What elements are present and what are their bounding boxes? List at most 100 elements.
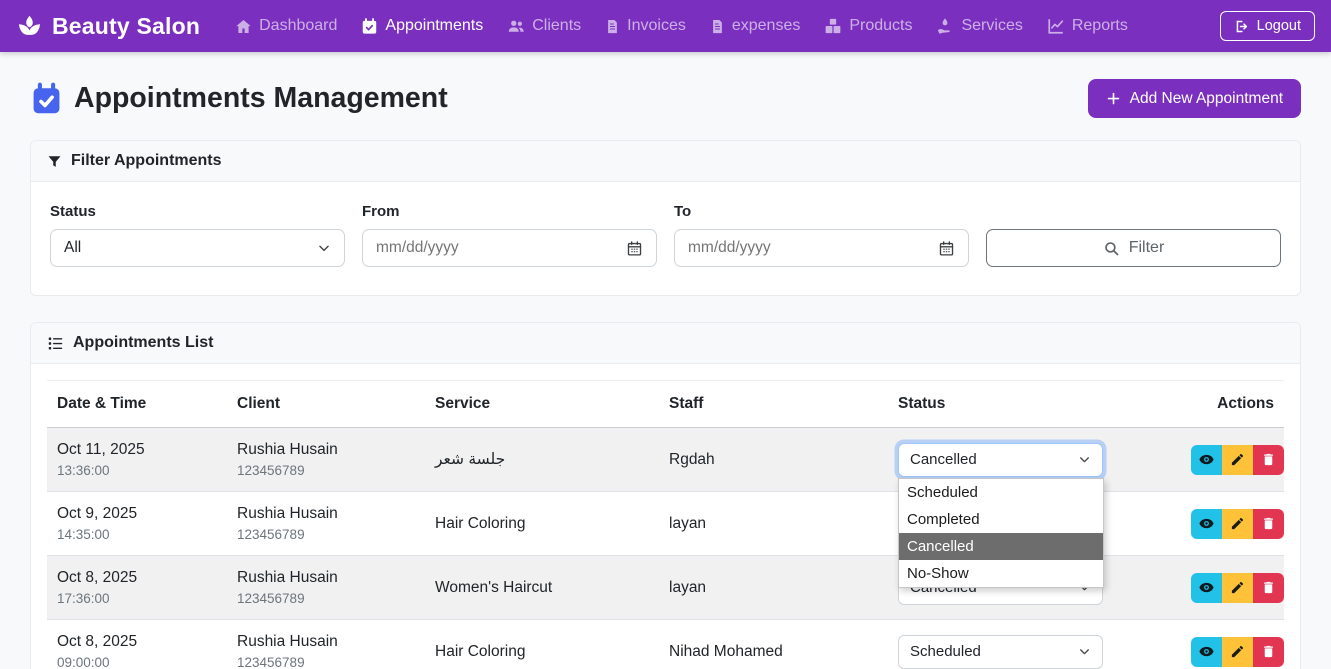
status-dropdown-menu: Scheduled Completed Cancelled No-Show bbox=[898, 478, 1104, 588]
nav-item-invoices[interactable]: Invoices bbox=[596, 9, 695, 43]
table-header-row: Date & Time Client Service Staff Status … bbox=[47, 380, 1284, 428]
to-date-placeholder: mm/dd/yyyy bbox=[688, 239, 771, 257]
title-row: Appointments Management Add New Appointm… bbox=[30, 79, 1301, 118]
nav-item-clients[interactable]: Clients bbox=[498, 9, 590, 43]
staff-name: Rgdah bbox=[659, 451, 888, 469]
view-button[interactable] bbox=[1191, 509, 1222, 539]
table-row: Oct 11, 2025 13:36:00 Rushia Husain 1234… bbox=[47, 428, 1284, 492]
client-cell: Rushia Husain 123456789 bbox=[227, 569, 425, 606]
nav-item-products[interactable]: Products bbox=[815, 9, 921, 43]
calendar-icon bbox=[626, 240, 643, 257]
status-filter-label: Status bbox=[50, 203, 345, 220]
appointment-date: Oct 9, 2025 bbox=[57, 505, 217, 523]
edit-button[interactable] bbox=[1222, 637, 1253, 667]
column-header-status: Status bbox=[888, 395, 1181, 413]
nav-item-expenses[interactable]: expenses bbox=[701, 9, 810, 43]
invoice-icon bbox=[605, 18, 620, 35]
appointment-time: 09:00:00 bbox=[57, 655, 217, 669]
eye-icon bbox=[1198, 451, 1215, 468]
filter-submit-button[interactable]: Filter bbox=[986, 229, 1281, 267]
status-select[interactable]: Scheduled bbox=[898, 635, 1103, 669]
filter-funnel-icon bbox=[47, 154, 62, 169]
actions-cell bbox=[1181, 445, 1294, 475]
chevron-down-icon bbox=[1078, 453, 1091, 466]
delete-button[interactable] bbox=[1253, 637, 1284, 667]
from-date-input[interactable]: mm/dd/yyyy bbox=[362, 229, 657, 267]
trash-icon bbox=[1261, 580, 1276, 595]
list-card-title: Appointments List bbox=[73, 334, 213, 352]
chevron-down-icon bbox=[317, 241, 331, 255]
status-option-scheduled[interactable]: Scheduled bbox=[899, 479, 1103, 506]
nav-item-services[interactable]: Services bbox=[927, 9, 1031, 43]
status-filter-select[interactable]: All bbox=[50, 229, 345, 267]
edit-button[interactable] bbox=[1222, 573, 1253, 603]
to-date-input[interactable]: mm/dd/yyyy bbox=[674, 229, 969, 267]
row-actions bbox=[1191, 637, 1284, 667]
chevron-down-icon bbox=[1078, 645, 1091, 658]
status-option-completed[interactable]: Completed bbox=[899, 506, 1103, 533]
view-button[interactable] bbox=[1191, 637, 1222, 667]
page-title-text: Appointments Management bbox=[74, 82, 448, 115]
chart-line-icon bbox=[1047, 17, 1065, 35]
pencil-icon bbox=[1230, 452, 1245, 467]
status-filter-value: All bbox=[64, 239, 81, 257]
status-cell: Cancelled Scheduled Completed Cancelled … bbox=[888, 428, 1181, 491]
nav-label: Products bbox=[849, 17, 912, 35]
date-time-cell: Oct 11, 2025 13:36:00 bbox=[47, 441, 227, 478]
date-time-cell: Oct 8, 2025 09:00:00 bbox=[47, 633, 227, 669]
date-time-cell: Oct 8, 2025 17:36:00 bbox=[47, 569, 227, 606]
client-cell: Rushia Husain 123456789 bbox=[227, 505, 425, 542]
status-select[interactable]: Cancelled bbox=[898, 443, 1103, 477]
logout-icon bbox=[1234, 19, 1249, 34]
client-name: Rushia Husain bbox=[237, 569, 415, 587]
navbar: Beauty Salon Dashboard Appointments bbox=[0, 0, 1331, 52]
view-button[interactable] bbox=[1191, 573, 1222, 603]
hand-droplet-icon bbox=[936, 17, 954, 35]
appointment-time: 14:35:00 bbox=[57, 527, 217, 542]
delete-button[interactable] bbox=[1253, 509, 1284, 539]
status-cell: Scheduled bbox=[888, 620, 1181, 669]
row-actions bbox=[1191, 509, 1284, 539]
search-icon bbox=[1103, 240, 1120, 257]
delete-button[interactable] bbox=[1253, 445, 1284, 475]
nav-item-dashboard[interactable]: Dashboard bbox=[226, 9, 346, 43]
view-button[interactable] bbox=[1191, 445, 1222, 475]
edit-button[interactable] bbox=[1222, 509, 1253, 539]
nav-item-reports[interactable]: Reports bbox=[1038, 9, 1137, 43]
boxes-icon bbox=[824, 17, 842, 35]
edit-button[interactable] bbox=[1222, 445, 1253, 475]
client-cell: Rushia Husain 123456789 bbox=[227, 633, 425, 669]
eye-icon bbox=[1198, 515, 1215, 532]
add-button-label: Add New Appointment bbox=[1130, 90, 1283, 108]
invoice-icon bbox=[710, 18, 725, 35]
calendar-check-icon bbox=[30, 82, 63, 116]
staff-name: Nihad Mohamed bbox=[659, 643, 888, 661]
eye-icon bbox=[1198, 579, 1215, 596]
service-name: Women's Haircut bbox=[425, 579, 659, 597]
client-name: Rushia Husain bbox=[237, 505, 415, 523]
trash-icon bbox=[1261, 452, 1276, 467]
appointment-time: 17:36:00 bbox=[57, 591, 217, 606]
pencil-icon bbox=[1230, 516, 1245, 531]
trash-icon bbox=[1261, 644, 1276, 659]
service-name: Hair Coloring bbox=[425, 515, 659, 533]
filter-card-title: Filter Appointments bbox=[71, 152, 222, 170]
status-option-cancelled[interactable]: Cancelled bbox=[899, 533, 1103, 560]
from-date-label: From bbox=[362, 203, 657, 220]
to-date-field: To mm/dd/yyyy bbox=[674, 203, 969, 267]
add-new-appointment-button[interactable]: Add New Appointment bbox=[1088, 79, 1301, 118]
column-header-client: Client bbox=[227, 395, 425, 413]
calendar-check-icon bbox=[361, 18, 378, 35]
nav-label: Clients bbox=[532, 17, 581, 35]
table-row: Oct 8, 2025 09:00:00 Rushia Husain 12345… bbox=[47, 620, 1284, 669]
service-name: جلسة شعر bbox=[425, 450, 659, 469]
status-option-no-show[interactable]: No-Show bbox=[899, 560, 1103, 587]
calendar-icon bbox=[938, 240, 955, 257]
nav-item-appointments[interactable]: Appointments bbox=[352, 9, 492, 43]
logout-button[interactable]: Logout bbox=[1220, 11, 1315, 41]
status-select-value: Cancelled bbox=[910, 451, 977, 468]
appointments-table: Date & Time Client Service Staff Status … bbox=[47, 380, 1284, 669]
brand[interactable]: Beauty Salon bbox=[16, 13, 200, 40]
delete-button[interactable] bbox=[1253, 573, 1284, 603]
client-phone: 123456789 bbox=[237, 591, 415, 606]
